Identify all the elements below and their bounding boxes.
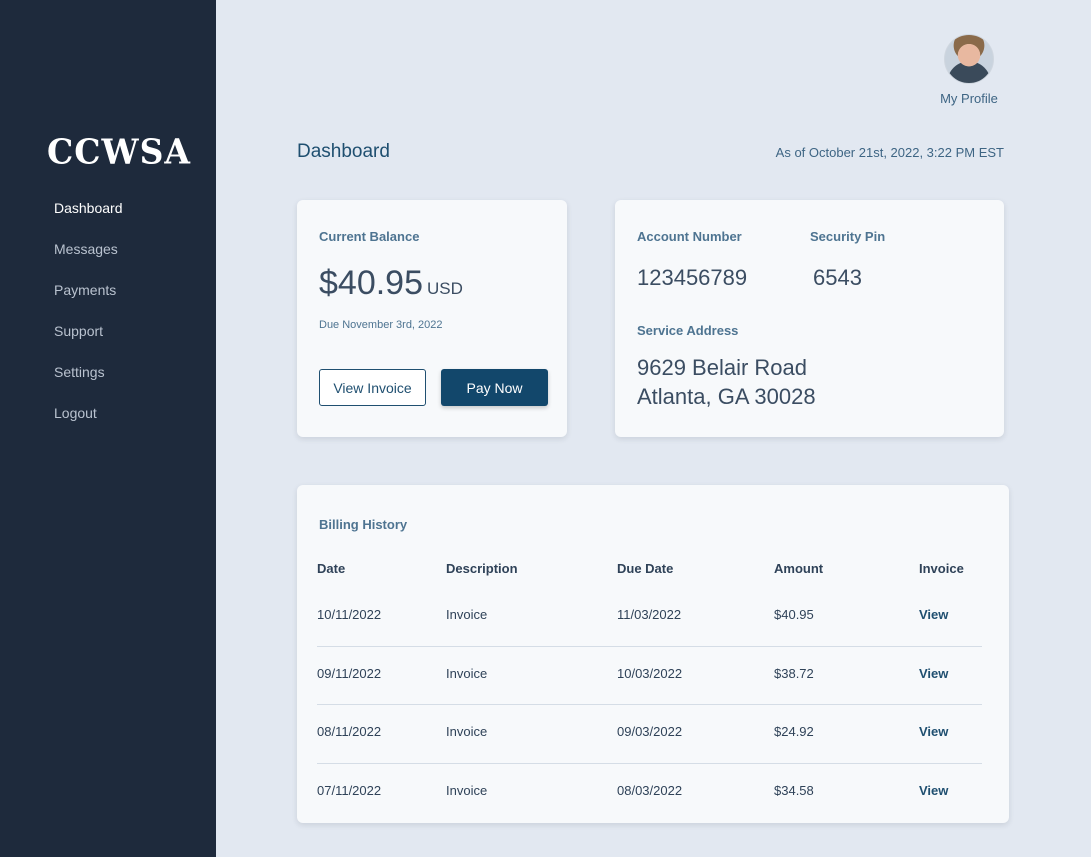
account-number-value: 123456789 [637, 265, 748, 290]
avatar[interactable] [944, 34, 994, 84]
column-header-invoice: Invoice [919, 561, 964, 576]
sidebar-item-settings[interactable]: Settings [54, 363, 123, 404]
view-invoice-button[interactable]: View Invoice [319, 369, 426, 406]
row-description: Invoice [446, 666, 488, 681]
table-row: 07/11/2022 Invoice 08/03/2022 $34.58 Vie… [317, 763, 982, 821]
column-header-description: Description [446, 561, 518, 576]
balance-currency: USD [427, 279, 463, 298]
as-of-timestamp: As of October 21st, 2022, 3:22 PM EST [775, 145, 1004, 160]
row-description: Invoice [446, 607, 488, 622]
row-amount: $24.92 [774, 724, 814, 739]
sidebar: CCWSA Dashboard Messages Payments Suppor… [0, 0, 216, 857]
account-info-card: Account Number Security Pin 123456789 65… [615, 200, 1004, 437]
service-address-line2: Atlanta, GA 30028 [637, 384, 816, 409]
row-view-invoice-link[interactable]: View [919, 783, 948, 798]
billing-history-title: Billing History [319, 517, 408, 532]
column-header-amount: Amount [774, 561, 824, 576]
service-address-label: Service Address [637, 323, 739, 338]
row-due-date: 11/03/2022 [617, 607, 682, 622]
row-date: 09/11/2022 [317, 666, 382, 681]
due-date-text: Due November 3rd, 2022 [319, 319, 443, 331]
table-row: 09/11/2022 Invoice 10/03/2022 $38.72 Vie… [317, 646, 982, 704]
sidebar-item-dashboard[interactable]: Dashboard [54, 199, 123, 240]
current-balance-label: Current Balance [319, 229, 420, 244]
security-pin-label: Security Pin [810, 229, 886, 244]
billing-history-card: Billing History Date Description Due Dat… [297, 485, 1009, 823]
profile-label[interactable]: My Profile [934, 91, 1004, 106]
row-view-invoice-link[interactable]: View [919, 724, 948, 739]
sidebar-item-support[interactable]: Support [54, 322, 123, 363]
row-amount: $40.95 [774, 607, 814, 622]
sidebar-item-messages[interactable]: Messages [54, 240, 123, 281]
row-date: 07/11/2022 [317, 783, 382, 798]
profile-link[interactable]: My Profile [934, 34, 1004, 106]
page-title: Dashboard [297, 141, 390, 162]
service-address-line1: 9629 Belair Road [637, 355, 808, 380]
row-view-invoice-link[interactable]: View [919, 607, 948, 622]
sidebar-item-logout[interactable]: Logout [54, 404, 123, 445]
row-description: Invoice [446, 783, 488, 798]
sidebar-item-payments[interactable]: Payments [54, 281, 123, 322]
row-description: Invoice [446, 724, 488, 739]
row-view-invoice-link[interactable]: View [919, 666, 948, 681]
balance-amount-row: $40.95 USD [319, 264, 463, 303]
column-header-date: Date [317, 561, 346, 576]
balance-amount: $40.95 [319, 264, 423, 302]
row-amount: $34.58 [774, 783, 814, 798]
row-date: 10/11/2022 [317, 607, 382, 622]
row-due-date: 09/03/2022 [617, 724, 683, 739]
row-due-date: 08/03/2022 [617, 783, 683, 798]
table-row: 10/11/2022 Invoice 11/03/2022 $40.95 Vie… [317, 587, 982, 645]
pay-now-button[interactable]: Pay Now [441, 369, 548, 406]
table-row: 08/11/2022 Invoice 09/03/2022 $24.92 Vie… [317, 704, 982, 762]
app-logo: CCWSA [47, 131, 192, 172]
row-due-date: 10/03/2022 [617, 666, 683, 681]
sidebar-nav: Dashboard Messages Payments Support Sett… [54, 199, 123, 445]
row-amount: $38.72 [774, 666, 814, 681]
row-date: 08/11/2022 [317, 724, 382, 739]
account-number-label: Account Number [637, 229, 742, 244]
security-pin-value: 6543 [813, 265, 862, 290]
current-balance-card: Current Balance $40.95 USD Due November 3… [297, 200, 567, 437]
column-header-due-date: Due Date [617, 561, 674, 576]
